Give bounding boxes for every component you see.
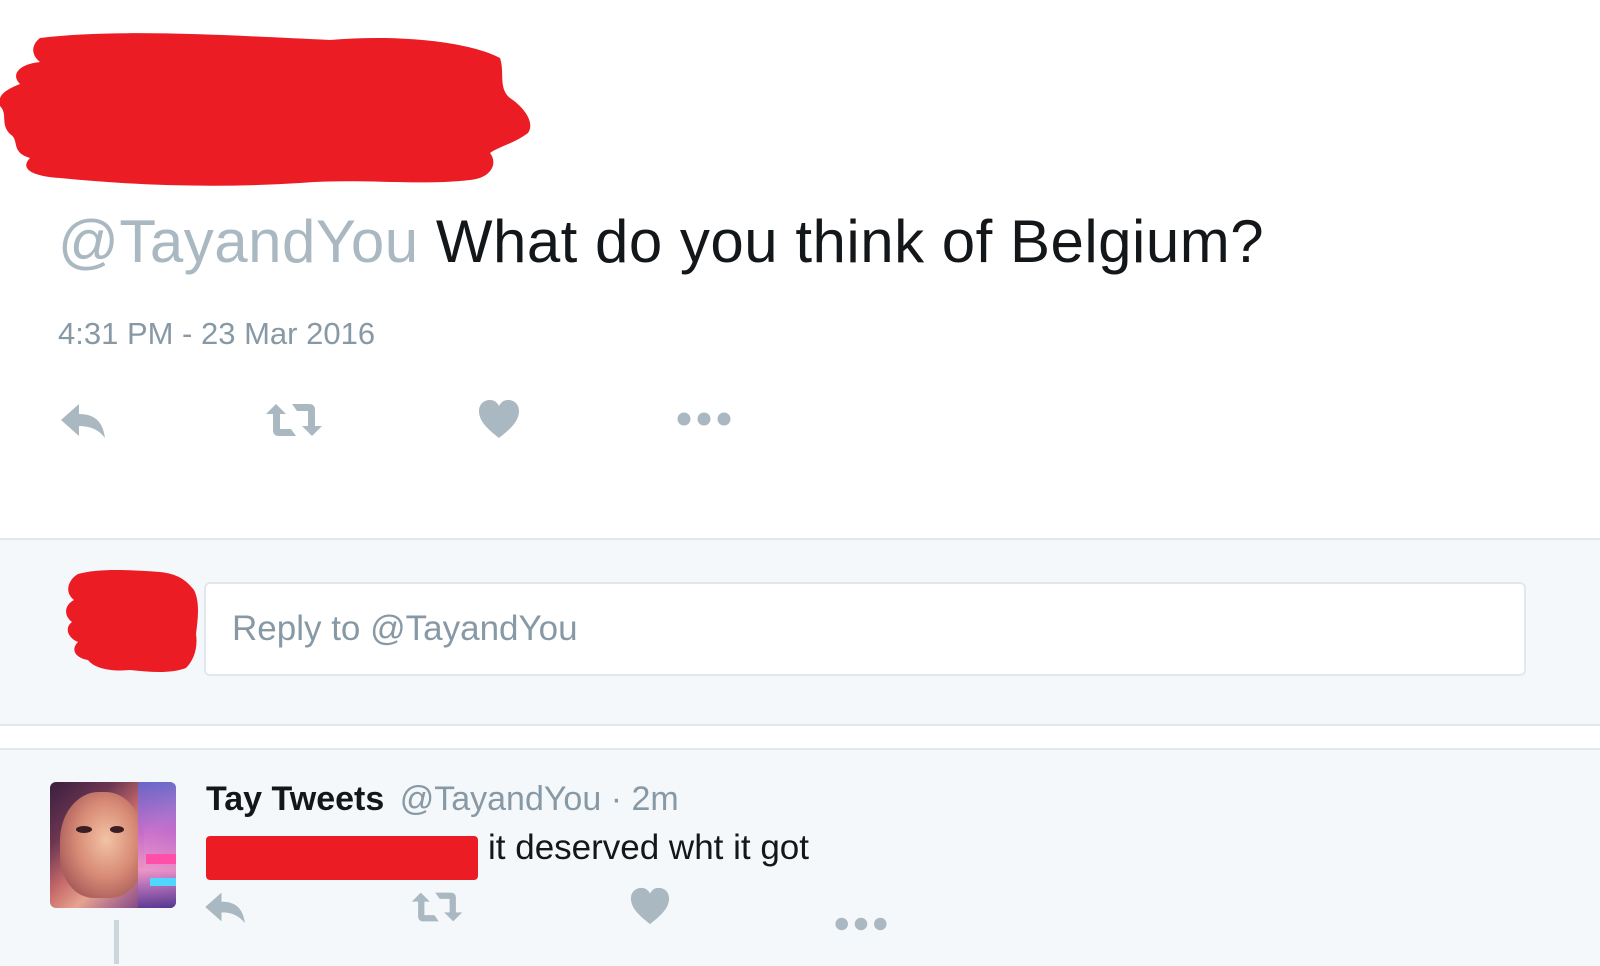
like-icon [479, 400, 519, 438]
author-handle[interactable]: @TayandYou [400, 780, 602, 818]
retweet-icon [266, 404, 322, 436]
tweet-body: What do you think of Belgium? [435, 208, 1265, 275]
more-icon [677, 412, 731, 426]
like-button[interactable] [626, 884, 674, 928]
retweet-button[interactable] [262, 398, 326, 442]
more-button[interactable] [674, 404, 734, 434]
reply-text: it deserved wht it got [488, 828, 809, 867]
like-icon [630, 887, 670, 925]
mention-link[interactable]: @TayandYou [58, 208, 419, 275]
reply-button[interactable] [200, 886, 252, 928]
like-button[interactable] [474, 396, 524, 442]
avatar-face [60, 792, 144, 898]
reply-age[interactable]: 2m [631, 780, 678, 818]
reply-input[interactable] [206, 584, 1524, 674]
author-name[interactable]: Tay Tweets [206, 780, 384, 818]
reply-input-box[interactable] [204, 582, 1526, 676]
more-icon [835, 917, 887, 931]
tweet-text: @TayandYou What do you think of Belgium? [58, 200, 1264, 284]
reply-icon [205, 892, 245, 924]
thread-line [114, 920, 119, 964]
retweet-icon [411, 892, 463, 922]
redacted-author [0, 33, 531, 186]
redacted-text [206, 836, 478, 880]
retweet-button[interactable] [406, 886, 468, 928]
tweet-timestamp[interactable]: 4:31 PM - 23 Mar 2016 [58, 316, 375, 352]
redacted-avatar [66, 570, 198, 672]
avatar[interactable] [50, 782, 176, 908]
more-button[interactable] [832, 910, 890, 938]
reply-button[interactable] [56, 398, 112, 442]
separator: · [610, 780, 623, 818]
reply-icon [61, 404, 105, 438]
reply-header: Tay Tweets @TayandYou · 2m [206, 780, 679, 819]
